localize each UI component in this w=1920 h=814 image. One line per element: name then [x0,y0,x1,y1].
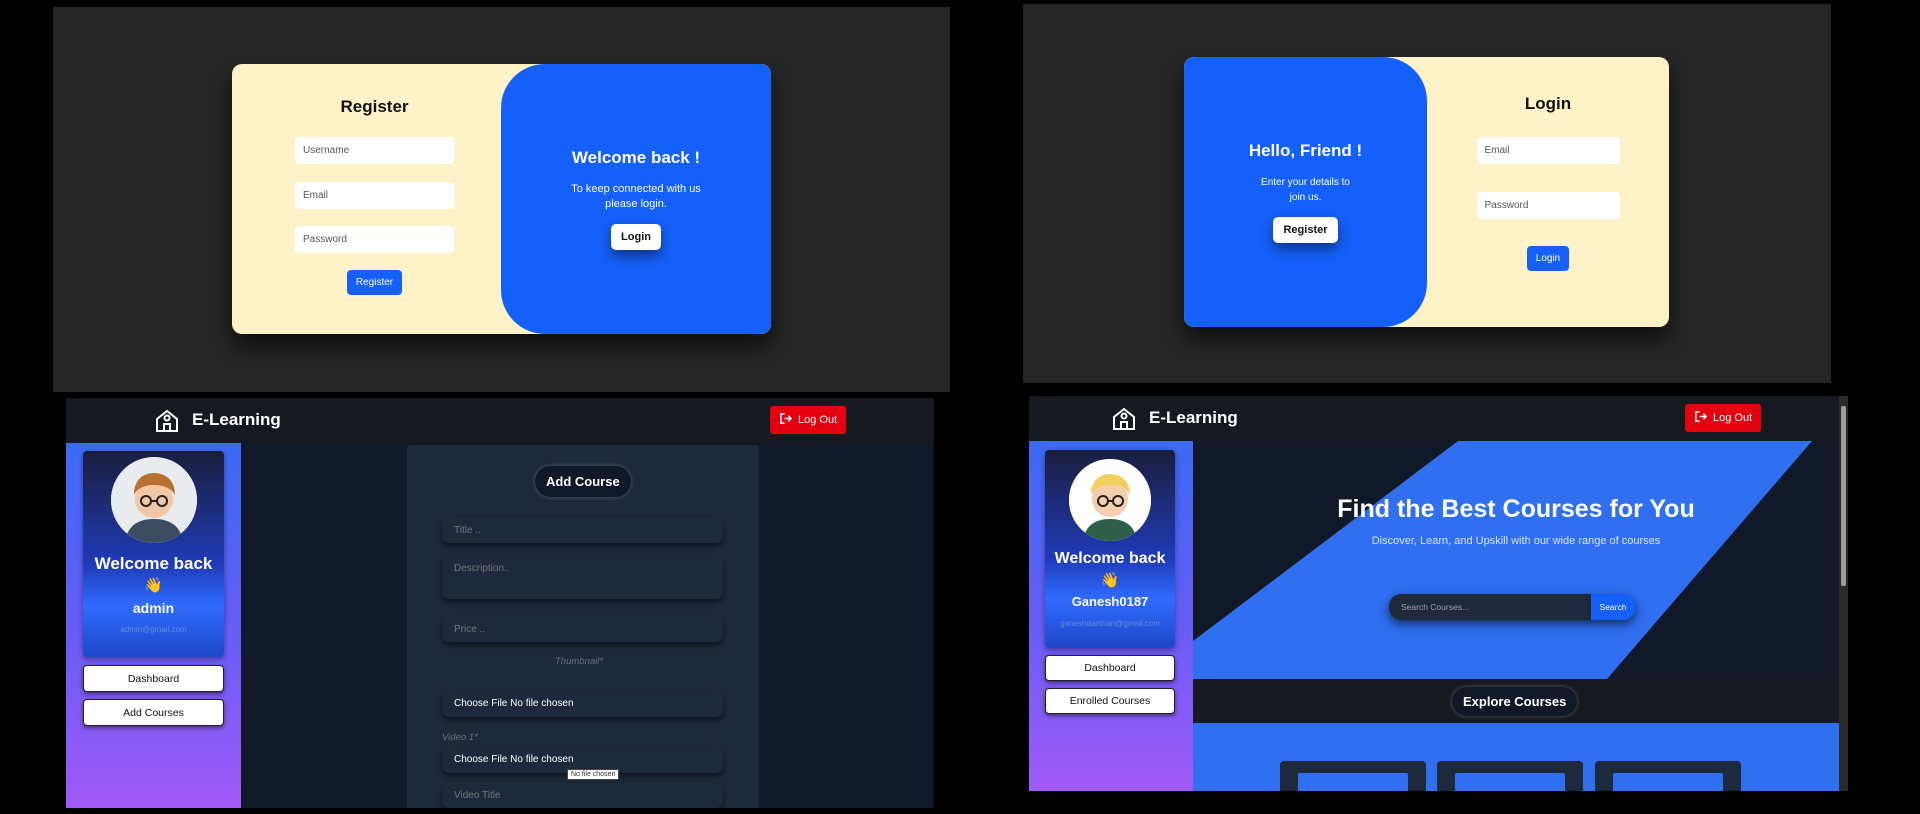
welcome-title: Welcome back ! [571,148,701,167]
brand[interactable]: E-Learning [154,407,281,433]
avatar [110,457,197,543]
login-button[interactable]: Login [1526,246,1570,271]
video-label: Video 1* [442,732,478,743]
hero-title: Find the Best Courses for You [1337,495,1695,523]
sidebar: Welcome back 👋 admin admin@gmail.com Das… [66,443,241,808]
wave-icon: 👋 [1100,572,1120,589]
hero-banner: Find the Best Courses for You Discover, … [1193,441,1839,679]
course-card[interactable] [1595,761,1741,791]
register-title: Register [340,97,409,116]
nav-dashboard[interactable]: Dashboard [83,665,224,692]
password-input[interactable] [1476,192,1620,219]
register-screen: Register Register Welcome back ! To keep… [53,7,950,392]
register-button[interactable]: Register [346,270,403,295]
hello-title: Hello, Friend ! [1248,141,1363,160]
wave-icon: 👋 [144,577,163,594]
title-input[interactable] [442,517,723,543]
course-card[interactable] [1437,761,1583,791]
logout-icon [779,412,793,428]
username-input[interactable] [295,137,454,164]
welcome-text: Welcome back [94,554,213,573]
brand-name: E-Learning [1149,408,1238,427]
price-input[interactable] [442,616,723,642]
video-title-input[interactable] [442,783,723,808]
search-button[interactable]: Search [1591,594,1635,620]
scrollbar[interactable] [1839,396,1848,791]
profile-card: Welcome back 👋 admin admin@gmail.com [83,451,224,657]
admin-dashboard: E-Learning Log Out Welcome back 👋 admin … [66,398,934,808]
brand-name: E-Learning [192,410,281,429]
search-input[interactable] [1389,594,1591,620]
sidebar: Welcome back 👋 Ganesh0187 ganeshdarshan@… [1029,441,1193,791]
register-form: Register Register [232,64,517,334]
login-title: Login [1524,94,1572,113]
avatar [1069,459,1151,541]
register-button[interactable]: Register [1273,217,1338,243]
user-email: ganeshdarshan@gmail.com [1060,619,1160,628]
hero-subtitle: Discover, Learn, and Upskill with our wi… [1371,535,1661,547]
email-input[interactable] [295,182,454,209]
navbar: E-Learning Log Out [66,398,934,443]
school-icon [1111,405,1137,431]
thumbnail-file-input[interactable]: Choose File No file chosen [442,691,723,717]
logout-button[interactable]: Log Out [770,406,847,434]
username: admin [132,600,175,616]
school-icon [154,407,180,433]
logout-label: Log Out [798,414,838,426]
email-input[interactable] [1476,137,1620,164]
search-bar: Search [1389,594,1635,620]
thumbnail-label: Thumbnail* [555,656,604,667]
user-email: admin@gmail.com [120,625,187,634]
file-tooltip: No file chosen [567,769,620,780]
course-list [1193,723,1839,791]
course-thumbnail [1455,773,1565,791]
welcome-pane: Welcome back ! To keep connected with us… [501,64,771,334]
login-screen: Hello, Friend ! Enter your details to jo… [1023,4,1831,383]
logout-icon [1694,410,1708,426]
welcome-text: To keep connected with us please login. [571,183,701,210]
nav-dashboard[interactable]: Dashboard [1045,655,1175,681]
password-input[interactable] [295,226,454,253]
nav-add-courses[interactable]: Add Courses [83,699,224,726]
username: Ganesh0187 [1071,594,1149,609]
form-title: Add Course [535,466,631,497]
profile-card: Welcome back 👋 Ganesh0187 ganeshdarshan@… [1045,450,1175,648]
login-card: Hello, Friend ! Enter your details to jo… [1184,57,1669,327]
hero-shape [1193,441,1812,679]
course-card[interactable] [1280,761,1426,791]
explore-section-header: Explore Courses [1193,679,1839,723]
hello-pane: Hello, Friend ! Enter your details to jo… [1184,57,1427,327]
login-form: Login Login [1427,57,1669,327]
login-button[interactable]: Login [611,224,661,250]
register-card: Register Register Welcome back ! To keep… [232,64,771,334]
add-course-form: Add Course Thumbnail* Choose File No fil… [407,445,759,808]
nav-enrolled-courses[interactable]: Enrolled Courses [1045,688,1175,714]
brand[interactable]: E-Learning [1111,405,1238,431]
welcome-text: Welcome back [1054,550,1166,567]
description-input[interactable] [442,556,723,599]
hello-text: Enter your details to join us. [1261,177,1350,203]
logout-label: Log Out [1713,412,1753,424]
logout-button[interactable]: Log Out [1685,404,1762,432]
course-thumbnail [1298,773,1408,791]
scrollbar-thumb[interactable] [1841,406,1846,586]
explore-title: Explore Courses [1452,687,1578,716]
user-dashboard: E-Learning Log Out Welcome back 👋 Ganesh… [1029,396,1848,791]
course-thumbnail [1613,773,1723,791]
navbar: E-Learning Log Out [1029,396,1848,441]
